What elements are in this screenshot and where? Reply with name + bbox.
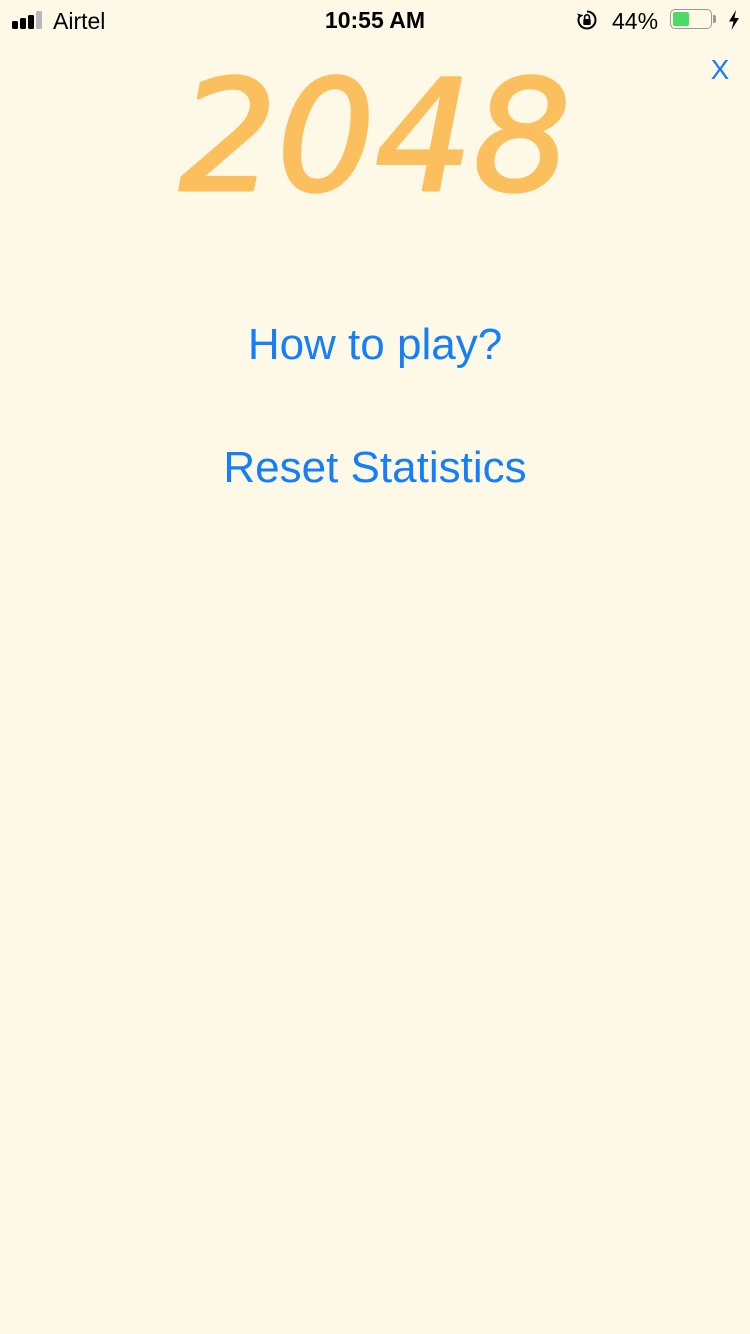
charging-bolt-icon [729, 10, 739, 30]
battery-percent: 44% [612, 8, 659, 34]
game-logo: 2048 [0, 47, 750, 229]
status-bar: Airtel 10:55 AM 44% [0, 0, 750, 40]
how-to-play-link[interactable]: How to play? [0, 318, 750, 372]
logo-text: 2048 [179, 58, 571, 218]
reset-statistics-link[interactable]: Reset Statistics [0, 441, 750, 495]
battery-icon [670, 9, 716, 31]
orientation-lock-icon [577, 10, 597, 30]
